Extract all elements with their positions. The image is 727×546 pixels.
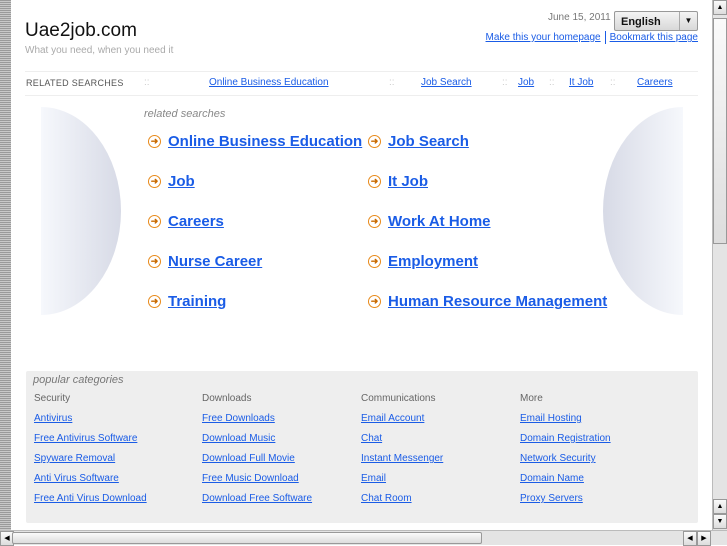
category-link[interactable]: Free Anti Virus Download	[34, 493, 147, 505]
top-links: Make this your homepage Bookmark this pag…	[486, 31, 698, 44]
arrow-right-circle-icon: ➜	[148, 135, 161, 148]
category-title: Communications	[361, 393, 436, 404]
arrow-right-circle-icon: ➜	[368, 215, 381, 228]
related-item: ➜ Nurse Career	[148, 251, 388, 272]
related-bar-link[interactable]: Job	[518, 77, 534, 88]
bookmark-link[interactable]: Bookmark this page	[610, 32, 698, 43]
related-item: ➜ Job	[148, 171, 388, 192]
scroll-up-button[interactable]: ▲	[713, 499, 727, 514]
related-item: ➜ Work At Home	[368, 211, 608, 232]
category-link[interactable]: Email Account	[361, 413, 443, 425]
vertical-scrollbar[interactable]: ▲ ▲ ▼	[712, 0, 727, 530]
decorative-half-circle	[603, 107, 683, 315]
scroll-up-button[interactable]: ▲	[713, 0, 727, 15]
related-bar-link[interactable]: Careers	[637, 77, 673, 88]
scroll-left-button[interactable]: ◀	[683, 531, 697, 546]
scroll-right-button[interactable]: ▶	[697, 531, 711, 546]
arrow-right-circle-icon: ➜	[368, 135, 381, 148]
scroll-down-button[interactable]: ▼	[713, 514, 727, 529]
related-heading: related searches	[144, 108, 226, 120]
arrow-right-circle-icon: ➜	[148, 175, 161, 188]
language-value: English	[621, 16, 661, 28]
related-bar-link[interactable]: Job Search	[421, 77, 472, 88]
related-link[interactable]: Job Search	[388, 133, 469, 150]
arrow-right-circle-icon: ➜	[148, 215, 161, 228]
category-link[interactable]: Anti Virus Software	[34, 473, 147, 485]
chevron-down-icon[interactable]: ▼	[679, 12, 697, 30]
related-bar-link[interactable]: Online Business Education	[209, 77, 329, 88]
category-link[interactable]: Download Full Movie	[202, 453, 312, 465]
related-item: ➜ Job Search	[368, 131, 608, 152]
related-link[interactable]: Employment	[388, 253, 478, 270]
divider	[604, 31, 606, 44]
category-link[interactable]: Network Security	[520, 453, 611, 465]
category-link[interactable]: Proxy Servers	[520, 493, 611, 505]
site-logo[interactable]: Uae2job.com	[25, 20, 137, 42]
category-link[interactable]: Spyware Removal	[34, 453, 147, 465]
related-link[interactable]: Work At Home	[388, 213, 491, 230]
category-link[interactable]: Antivirus	[34, 413, 147, 425]
category-link[interactable]: Free Music Download	[202, 473, 312, 485]
separator: ::	[389, 77, 395, 88]
scroll-thumb[interactable]	[713, 18, 727, 244]
category-link[interactable]: Domain Name	[520, 473, 611, 485]
divider	[25, 95, 698, 96]
category-link[interactable]: Download Free Software	[202, 493, 312, 505]
related-item: ➜ Training	[148, 291, 388, 312]
popular-heading: popular categories	[33, 374, 124, 386]
related-link[interactable]: Job	[168, 173, 195, 190]
arrow-right-circle-icon: ➜	[368, 175, 381, 188]
separator: ::	[144, 77, 150, 88]
related-item: ➜ It Job	[368, 171, 608, 192]
scroll-thumb[interactable]	[12, 532, 482, 544]
arrow-right-circle-icon: ➜	[368, 295, 381, 308]
category-link[interactable]: Instant Messenger	[361, 453, 443, 465]
divider	[25, 71, 698, 72]
window-edge	[0, 0, 11, 530]
category-column: Security Antivirus Free Antivirus Software…	[34, 393, 147, 513]
related-link[interactable]: Training	[168, 293, 226, 310]
related-bar-label: RELATED SEARCHES	[26, 78, 124, 88]
category-link[interactable]: Domain Registration	[520, 433, 611, 445]
category-column: Downloads Free Downloads Download Music Dow…	[202, 393, 312, 513]
homepage-link[interactable]: Make this your homepage	[486, 32, 601, 43]
related-item: ➜ Careers	[148, 211, 388, 232]
category-link[interactable]: Free Downloads	[202, 413, 312, 425]
date: June 15, 2011	[548, 12, 611, 23]
category-link[interactable]: Chat	[361, 433, 443, 445]
category-link[interactable]: Email	[361, 473, 443, 485]
category-link[interactable]: Free Antivirus Software	[34, 433, 147, 445]
category-link[interactable]: Chat Room	[361, 493, 443, 505]
related-item: ➜ Online Business Education	[148, 131, 388, 152]
popular-categories-panel: popular categories Security Antivirus Free…	[26, 371, 698, 523]
separator: ::	[502, 77, 508, 88]
separator: ::	[549, 77, 555, 88]
decorative-half-circle	[41, 107, 121, 315]
category-title: Downloads	[202, 393, 252, 404]
related-link[interactable]: Nurse Career	[168, 253, 262, 270]
category-column: Communications Email Account Chat Instant M…	[361, 393, 443, 513]
category-column: More Email Hosting Domain Registration Netw…	[520, 393, 611, 513]
category-link[interactable]: Email Hosting	[520, 413, 611, 425]
related-item: ➜ Employment	[368, 251, 608, 272]
horizontal-scrollbar[interactable]: ◀ ◀ ▶	[0, 530, 727, 546]
tagline: What you need, when you need it	[25, 45, 174, 56]
related-link[interactable]: Human Resource Management	[388, 293, 607, 310]
related-link[interactable]: Careers	[168, 213, 224, 230]
category-title: More	[520, 393, 543, 404]
arrow-right-circle-icon: ➜	[148, 255, 161, 268]
arrow-right-circle-icon: ➜	[368, 255, 381, 268]
related-item: ➜ Human Resource Management	[368, 291, 608, 312]
language-select[interactable]: English ▼	[614, 11, 698, 31]
category-title: Security	[34, 393, 71, 404]
arrow-right-circle-icon: ➜	[148, 295, 161, 308]
related-bar-link[interactable]: It Job	[569, 77, 593, 88]
related-link[interactable]: It Job	[388, 173, 428, 190]
related-link[interactable]: Online Business Education	[168, 133, 362, 150]
category-link[interactable]: Download Music	[202, 433, 312, 445]
separator: ::	[610, 77, 616, 88]
